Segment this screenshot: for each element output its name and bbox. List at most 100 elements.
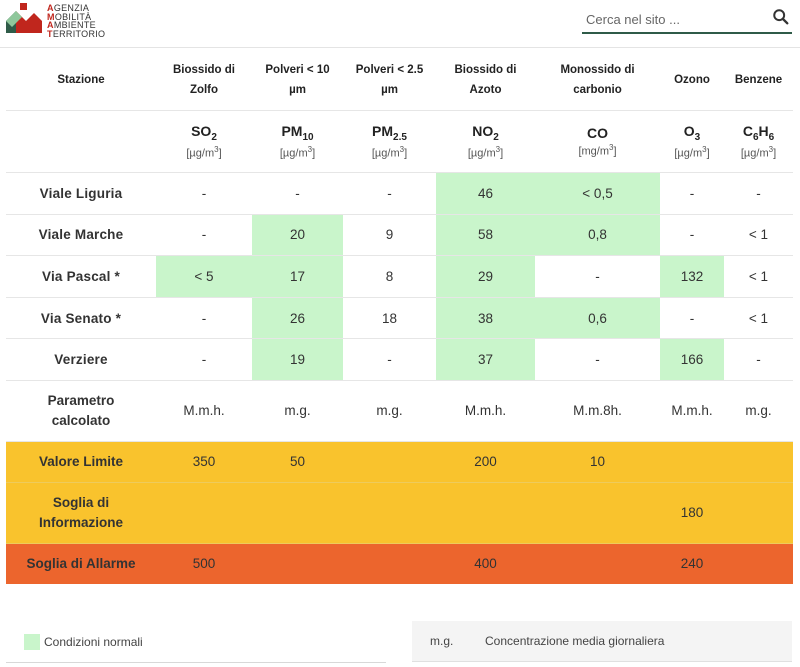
cell-co: 0,6: [535, 297, 660, 340]
limit-no2: 200: [436, 441, 535, 483]
table-row: Via Pascal * < 5 17 8 29 - 132 < 1: [6, 255, 793, 298]
cell-o3: -: [660, 172, 724, 215]
info-co: [535, 482, 660, 544]
cell-benzene: < 1: [724, 255, 793, 298]
station-name[interactable]: Viale Marche: [6, 214, 156, 257]
cell-pm25: 9: [343, 214, 436, 257]
cell-no2: 38: [436, 297, 535, 340]
table-row: Viale Marche - 20 9 58 0,8 - < 1: [6, 214, 793, 257]
alarm-pm10: [252, 543, 343, 584]
station-name[interactable]: Via Senato *: [6, 297, 156, 340]
parameter-label: Parametro calcolato: [6, 380, 156, 442]
cell-o3: 132: [660, 255, 724, 298]
param-no2: M.m.h.: [436, 380, 535, 442]
abbreviation: m.g.: [430, 634, 454, 648]
cell-benzene: < 1: [724, 214, 793, 257]
alarm-o3: 240: [660, 543, 724, 584]
site-search: [582, 4, 792, 34]
header-no2: Biossido di Azoto: [436, 49, 535, 111]
cell-pm10: 20: [252, 214, 343, 257]
alarm-co: [535, 543, 660, 584]
header-station: Stazione: [6, 49, 156, 111]
info-so2: [156, 482, 252, 544]
alarm-no2: 400: [436, 543, 535, 584]
search-icon[interactable]: [772, 8, 790, 26]
cell-pm25: -: [343, 172, 436, 215]
legend-normal-conditions: Condizioni normali: [6, 620, 386, 663]
cell-co: -: [535, 338, 660, 381]
table-row: Viale Liguria - - - 46 < 0,5 - -: [6, 172, 793, 215]
cell-so2: -: [156, 297, 252, 340]
formula-o3: O3 [µg/m3]: [660, 110, 724, 173]
formula-unit-row: SO2 [µg/m3] PM10 [µg/m3] PM2.5 [µg/m3] NO2[…: [6, 110, 793, 173]
information-threshold-label: Soglia di Informazione: [6, 482, 156, 544]
cell-pm10: 19: [252, 338, 343, 381]
cell-pm25: -: [343, 338, 436, 381]
cell-benzene: -: [724, 338, 793, 381]
cell-pm10: -: [252, 172, 343, 215]
amat-logo-mark-icon: [6, 3, 42, 33]
air-quality-table: Stazione Biossido di Zolfo Polveri < 10 µm…: [6, 49, 793, 584]
station-name[interactable]: Via Pascal *: [6, 255, 156, 298]
info-pm25: [343, 482, 436, 544]
site-header: AGENZIA MOBILITÀ AMBIENTE TERRITORIO: [0, 0, 800, 48]
header-benzene: Benzene: [724, 49, 793, 111]
param-o3: M.m.h.: [660, 380, 724, 442]
station-name[interactable]: Verziere: [6, 338, 156, 381]
legend-label: Condizioni normali: [44, 635, 143, 649]
formula-co: CO [mg/m3]: [535, 110, 660, 173]
formula-empty: [6, 110, 156, 173]
alarm-pm25: [343, 543, 436, 584]
alarm-benzene: [724, 543, 793, 584]
limit-value-label: Valore Limite: [6, 441, 156, 483]
limit-pm10: 50: [252, 441, 343, 483]
alarm-so2: 500: [156, 543, 252, 584]
info-pm10: [252, 482, 343, 544]
cell-pm10: 26: [252, 297, 343, 340]
legend-abbreviation: m.g. Concentrazione media giornaliera: [412, 621, 792, 662]
limit-benzene: [724, 441, 793, 483]
cell-benzene: -: [724, 172, 793, 215]
cell-o3: -: [660, 297, 724, 340]
cell-pm25: 18: [343, 297, 436, 340]
table-row: Verziere - 19 - 37 - 166 -: [6, 338, 793, 381]
station-name[interactable]: Viale Liguria: [6, 172, 156, 215]
header-o3: Ozono: [660, 49, 724, 111]
logo-text: AGENZIA MOBILITÀ AMBIENTE TERRITORIO: [47, 3, 106, 39]
param-co: M.m.8h.: [535, 380, 660, 442]
search-input[interactable]: [584, 7, 768, 31]
parameter-row: Parametro calcolato M.m.h. m.g. m.g. M.m.…: [6, 380, 793, 442]
limit-value-row: Valore Limite 350 50 200 10: [6, 441, 793, 483]
cell-so2: < 5: [156, 255, 252, 298]
cell-pm25: 8: [343, 255, 436, 298]
formula-so2: SO2 [µg/m3]: [156, 110, 252, 173]
cell-benzene: < 1: [724, 297, 793, 340]
param-so2: M.m.h.: [156, 380, 252, 442]
formula-no2: NO2 [µg/m3]: [436, 110, 535, 173]
param-pm10: m.g.: [252, 380, 343, 442]
param-benzene: m.g.: [724, 380, 793, 442]
cell-no2: 29: [436, 255, 535, 298]
formula-pm25: PM2.5 [µg/m3]: [343, 110, 436, 173]
cell-pm10: 17: [252, 255, 343, 298]
param-pm25: m.g.: [343, 380, 436, 442]
cell-o3: -: [660, 214, 724, 257]
alarm-threshold-row: Soglia di Allarme 500 400 240: [6, 543, 793, 584]
header-co: Monossido di carbonio: [535, 49, 660, 111]
cell-no2: 37: [436, 338, 535, 381]
limit-so2: 350: [156, 441, 252, 483]
amat-logo[interactable]: AGENZIA MOBILITÀ AMBIENTE TERRITORIO: [6, 3, 105, 39]
info-o3: 180: [660, 482, 724, 544]
info-no2: [436, 482, 535, 544]
header-pm10: Polveri < 10 µm: [252, 49, 343, 111]
cell-o3: 166: [660, 338, 724, 381]
header-pm25: Polveri < 2.5 µm: [343, 49, 436, 111]
cell-so2: -: [156, 214, 252, 257]
formula-benzene: C6H6 [µg/m3]: [724, 110, 793, 173]
green-swatch: [24, 634, 40, 650]
cell-so2: -: [156, 338, 252, 381]
cell-no2: 46: [436, 172, 535, 215]
abbreviation-description: Concentrazione media giornaliera: [485, 634, 665, 648]
limit-o3: [660, 441, 724, 483]
cell-co: < 0,5: [535, 172, 660, 215]
